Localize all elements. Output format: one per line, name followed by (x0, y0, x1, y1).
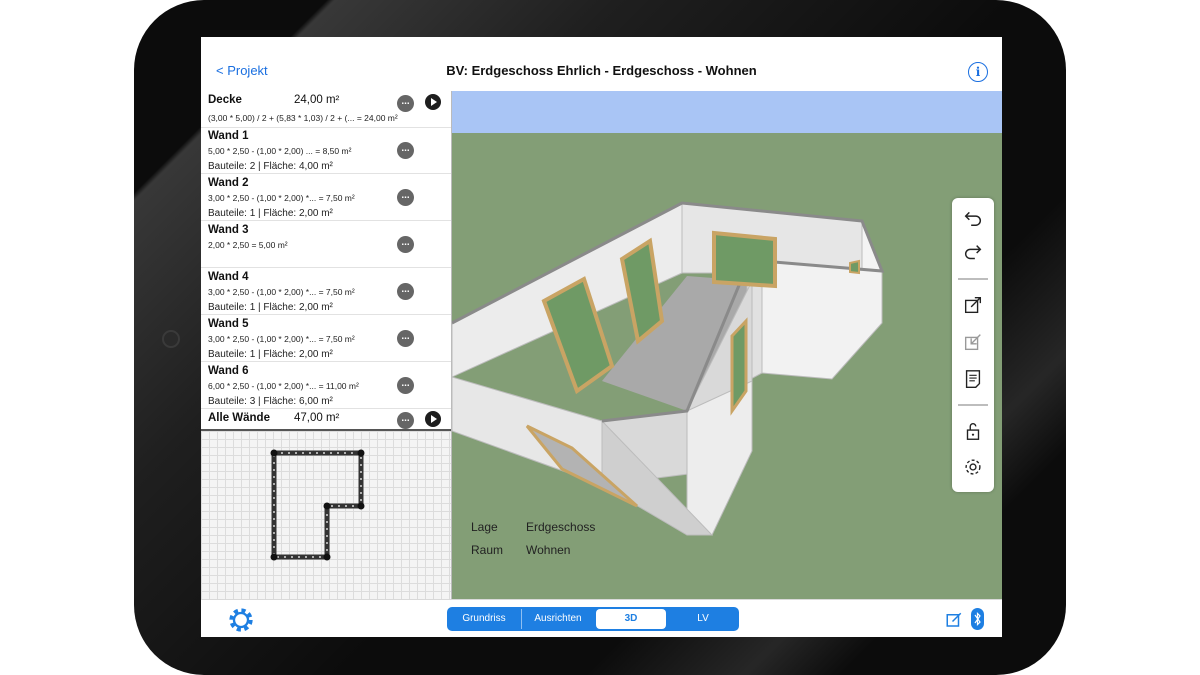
info-icon[interactable]: i (968, 62, 988, 82)
list-item-title: Wand 5 (208, 318, 249, 330)
app-screen: < Projekt BV: Erdgeschoss Ehrlich - Erdg… (201, 37, 1002, 637)
list-item-summary: Bauteile: 2 | Fläche: 4,00 m² (208, 161, 333, 172)
list-item-formula: 2,00 * 2,50 = 5,00 m² (208, 240, 288, 250)
more-icon[interactable]: ... (397, 283, 414, 300)
list-item-value: 47,00 m² (294, 412, 340, 424)
lock-icon[interactable] (952, 420, 994, 444)
list-item-summary: Bauteile: 1 | Fläche: 2,00 m² (208, 302, 333, 313)
play-icon[interactable] (425, 94, 441, 110)
floor-plan-drawing (270, 449, 365, 561)
raum-label: Raum (471, 543, 504, 557)
lage-value: Erdgeschoss (526, 520, 596, 534)
list-item-title: Wand 3 (208, 224, 249, 236)
more-icon[interactable]: ... (397, 95, 414, 112)
list-item-formula: 3,00 * 2,50 - (1,00 * 2,00) *... = 7,50 … (208, 334, 355, 344)
edit-note-icon[interactable] (945, 611, 963, 634)
lage-label: Lage (471, 520, 498, 534)
list-item-summary: Bauteile: 3 | Fläche: 6,00 m² (208, 396, 333, 407)
list-item-title: Wand 4 (208, 271, 249, 283)
more-icon[interactable]: ... (397, 236, 414, 253)
list-item-summary: Bauteile: 1 | Fläche: 2,00 m² (208, 208, 333, 219)
raum-value: Wohnen (526, 543, 571, 557)
more-icon[interactable]: ... (397, 330, 414, 347)
list-item[interactable]: Wand 6 6,00 * 2,50 - (1,00 * 2,00) *... … (201, 362, 451, 409)
settings-icon[interactable] (952, 456, 994, 480)
list-item-title: Wand 1 (208, 130, 249, 142)
list-item-summary: Bauteile: 1 | Fläche: 2,00 m² (208, 349, 333, 360)
more-icon[interactable]: ... (397, 142, 414, 159)
more-icon[interactable]: ... (397, 189, 414, 206)
list-item-title: Alle Wände (208, 412, 270, 424)
segment-lv[interactable]: LV (669, 609, 737, 629)
list-item[interactable]: Decke 24,00 m² (3,00 * 5,00) / 2 + (5,83… (201, 91, 451, 128)
undo-icon[interactable] (952, 206, 994, 230)
more-icon[interactable]: ... (397, 412, 414, 429)
camera-icon (162, 330, 180, 348)
bluetooth-icon[interactable] (971, 608, 984, 630)
import-icon (952, 331, 994, 355)
segment-3d[interactable]: 3D (596, 609, 666, 629)
area-list[interactable]: Decke 24,00 m² (3,00 * 5,00) / 2 + (5,83… (201, 91, 451, 431)
bottom-tab-bar: Grundriss Ausrichten 3D LV (201, 599, 1002, 637)
export-icon[interactable] (952, 294, 994, 318)
list-item[interactable]: Wand 3 2,00 * 2,50 = 5,00 m² ... (201, 221, 451, 268)
left-panel: Decke 24,00 m² (3,00 * 5,00) / 2 + (5,83… (201, 91, 452, 599)
navigation-bar: < Projekt BV: Erdgeschoss Ehrlich - Erdg… (201, 37, 1002, 92)
gear-icon[interactable] (227, 606, 255, 637)
list-item-formula: 6,00 * 2,50 - (1,00 * 2,00) *... = 11,00… (208, 381, 359, 391)
list-item-formula: 5,00 * 2,50 - (1,00 * 2,00) ... = 8,50 m… (208, 146, 352, 156)
list-item[interactable]: Alle Wände 47,00 m² ... (201, 409, 451, 429)
more-icon[interactable]: ... (397, 377, 414, 394)
redo-icon[interactable] (952, 242, 994, 266)
list-item-value: 24,00 m² (294, 94, 340, 106)
document-icon[interactable] (952, 368, 994, 392)
play-icon[interactable] (425, 411, 441, 427)
segment-grundriss[interactable]: Grundriss (449, 609, 519, 629)
list-item-formula: (3,00 * 5,00) / 2 + (5,83 * 1,03) / 2 + … (208, 113, 398, 123)
list-item[interactable]: Wand 1 5,00 * 2,50 - (1,00 * 2,00) ... =… (201, 127, 451, 174)
list-item[interactable]: Wand 2 3,00 * 2,50 - (1,00 * 2,00) *... … (201, 174, 451, 221)
segment-ausrichten[interactable]: Ausrichten (521, 609, 594, 629)
view-mode-switcher: Grundriss Ausrichten 3D LV (447, 607, 739, 631)
toolbar-divider (958, 404, 988, 406)
list-item-title: Wand 6 (208, 365, 249, 377)
list-item-title: Decke (208, 94, 242, 106)
view-toolbar (952, 198, 994, 492)
page-title: BV: Erdgeschoss Ehrlich - Erdgeschoss - … (446, 63, 757, 78)
list-item[interactable]: Wand 4 3,00 * 2,50 - (1,00 * 2,00) *... … (201, 268, 451, 315)
3d-view[interactable]: Lage Erdgeschoss Raum Wohnen (452, 91, 1002, 599)
floor-plan-preview[interactable] (201, 431, 451, 599)
toolbar-divider (958, 278, 988, 280)
list-item-formula: 3,00 * 2,50 - (1,00 * 2,00) *... = 7,50 … (208, 193, 355, 203)
list-item[interactable]: Wand 5 3,00 * 2,50 - (1,00 * 2,00) *... … (201, 315, 451, 362)
list-item-formula: 3,00 * 2,50 - (1,00 * 2,00) *... = 7,50 … (208, 287, 355, 297)
list-item-title: Wand 2 (208, 177, 249, 189)
